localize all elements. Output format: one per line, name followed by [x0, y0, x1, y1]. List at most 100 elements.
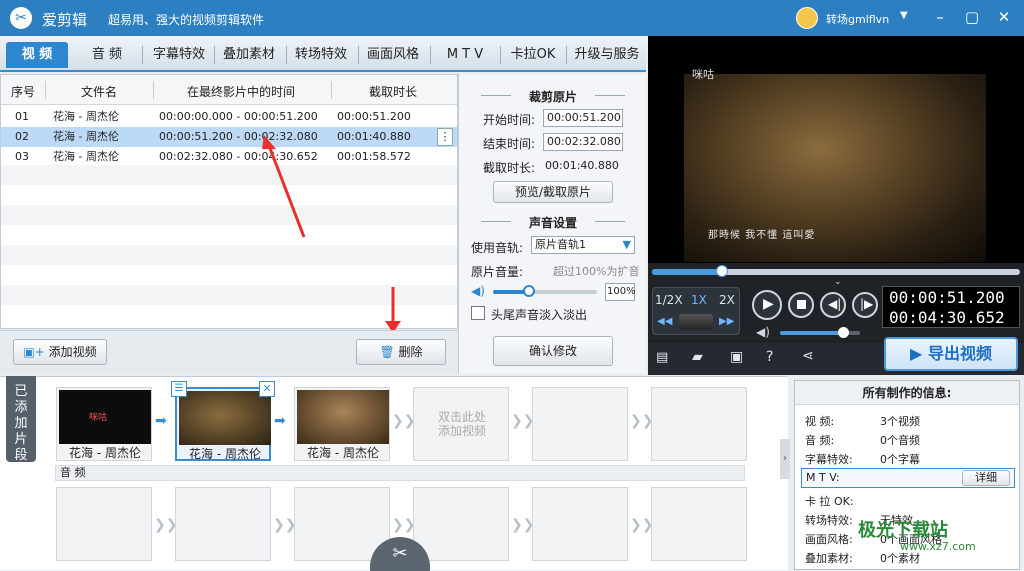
table-header: 序号 文件名 在最终影片中的时间 截取时长 — [1, 75, 457, 105]
stop-icon[interactable] — [788, 292, 814, 318]
row-more-icon[interactable]: ⋮ — [437, 128, 453, 146]
export-video-button[interactable]: ▶ 导出视频 — [884, 337, 1018, 371]
clip-arrow-icon: ➡ — [274, 413, 286, 429]
panel-toggle-chevron-icon[interactable]: › — [780, 439, 790, 479]
speed-double[interactable]: 2X — [719, 293, 735, 307]
start-time-input[interactable]: 00:00:51.200 — [543, 109, 623, 127]
volume-input[interactable]: 100% — [605, 283, 636, 301]
close-icon[interactable]: ✕ — [993, 6, 1015, 28]
volume-label: 原片音量: — [471, 265, 524, 279]
fade-checkbox[interactable] — [471, 306, 485, 320]
open-folder-icon[interactable]: ▰ — [692, 349, 703, 365]
jog-wheel[interactable] — [679, 314, 713, 330]
new-project-icon[interactable]: ▤ — [656, 350, 668, 365]
info-title: 所有制作的信息: — [795, 381, 1019, 405]
seek-bar[interactable] — [652, 265, 1020, 277]
clip-arrow-icon: ➡ — [155, 413, 167, 429]
video-preview[interactable]: 咪咕 那時候 我不懂 這叫愛 — [648, 36, 1024, 263]
save-icon[interactable]: ▣ — [730, 349, 743, 365]
volume-hint: 超过100%为扩音 — [553, 265, 640, 278]
title-bar: ✂ 爱剪辑 超易用、强大的视频剪辑软件 转场gmlflvn ▼ – ▢ ✕ — [0, 0, 1024, 36]
help-icon[interactable]: ? — [766, 349, 773, 365]
player-volume-icon: ◀) — [756, 325, 770, 339]
col-index: 序号 — [11, 85, 36, 99]
rewind-icon[interactable]: ◀◀ — [657, 316, 672, 327]
table-row[interactable]: 03 花海 - 周杰伦 00:02:32.080 - 00:04:30.652 … — [1, 147, 457, 167]
annotation-arrow-icon — [262, 135, 306, 238]
user-menu-chevron-icon[interactable]: ▼ — [900, 10, 908, 21]
audio-slot[interactable] — [175, 487, 271, 561]
tab-audio[interactable]: 音 频 — [76, 42, 138, 68]
empty-slot[interactable] — [532, 387, 628, 461]
video-watermark: 咪咕 — [692, 68, 714, 81]
tab-overlay[interactable]: 叠加素材 — [216, 42, 282, 68]
tab-transition[interactable]: 转场特效 — [288, 42, 354, 68]
clip-thumbnail — [297, 390, 389, 444]
share-icon[interactable]: ⋖ — [802, 348, 814, 364]
fade-label: 头尾声音淡入淡出 — [491, 308, 588, 322]
annotation-arrow-icon — [385, 287, 401, 333]
detail-button[interactable]: 详细 — [962, 470, 1010, 486]
audio-track-header: 音 频 — [55, 465, 745, 481]
table-row[interactable]: 01 花海 - 周杰伦 00:00:00.000 - 00:00:51.200 … — [1, 107, 457, 127]
tab-mtv[interactable]: M T V — [432, 42, 498, 68]
fast-forward-icon[interactable]: ▶▶ — [719, 316, 734, 327]
track-select[interactable]: 原片音轨1 ▼ — [531, 236, 635, 254]
table-row-selected[interactable]: 02 花海 - 周杰伦 00:00:51.200 - 00:02:32.080 … — [1, 127, 457, 147]
tab-subtitle[interactable]: 字幕特效 — [146, 42, 212, 68]
export-icon: ▶ — [910, 344, 923, 363]
dropdown-chevron-icon: ▼ — [622, 238, 631, 251]
add-video-button[interactable]: ▣+ 添加视频 — [13, 339, 107, 365]
audio-slot[interactable] — [56, 487, 152, 561]
cut-duration-label: 截取时长: — [483, 161, 536, 175]
audio-slot[interactable] — [651, 487, 747, 561]
delete-button[interactable]: 🗑 删除 — [356, 339, 446, 365]
minimize-icon[interactable]: – — [929, 6, 951, 28]
speed-normal[interactable]: 1X — [691, 293, 707, 307]
tab-karaoke[interactable]: 卡拉OK — [502, 42, 564, 68]
site-watermark-url: www.xz7.com — [900, 540, 976, 553]
volume-slider[interactable] — [493, 285, 597, 297]
file-table: 序号 文件名 在最终影片中的时间 截取时长 01 花海 - 周杰伦 00:00:… — [0, 74, 458, 333]
tab-video[interactable]: 视 频 — [6, 42, 68, 68]
next-frame-icon[interactable]: |▶ — [852, 292, 878, 318]
total-time: 00:04:30.652 — [889, 308, 1005, 327]
user-name[interactable]: 转场gmlflvn — [826, 11, 889, 27]
cut-panel: 裁剪原片 开始时间: 00:00:51.200 结束时间: 00:02:32.0… — [458, 74, 646, 374]
clip-list-icon[interactable]: ☰ — [171, 381, 187, 397]
preview-cut-button[interactable]: 预览/截取原片 — [493, 181, 613, 203]
clip-item-selected[interactable]: 花海 - 周杰伦 ☰ ✕ — [171, 381, 275, 461]
col-filename: 文件名 — [81, 85, 118, 99]
speaker-icon: ◀) — [471, 284, 485, 298]
app-name: 爱剪辑 — [42, 11, 88, 29]
current-time: 00:00:51.200 — [889, 288, 1005, 307]
video-subtitle: 那時候 我不懂 這叫愛 — [708, 230, 816, 241]
player-volume-slider[interactable] — [780, 327, 860, 338]
empty-slot[interactable] — [651, 387, 747, 461]
start-time-label: 开始时间: — [483, 113, 536, 127]
clip-item[interactable]: 咪咕 花海 - 周杰伦 — [56, 387, 152, 461]
speed-half[interactable]: 1/2X — [655, 293, 683, 307]
tab-upgrade[interactable]: 升级与服务 — [568, 42, 646, 68]
end-time-input[interactable]: 00:02:32.080 — [543, 133, 623, 151]
user-avatar[interactable] — [796, 7, 818, 29]
audio-slot[interactable] — [532, 487, 628, 561]
cut-duration-value: 00:01:40.880 — [545, 159, 619, 172]
end-time-label: 结束时间: — [483, 137, 536, 151]
main-tabs: 视 频 音 频 字幕特效 叠加素材 转场特效 画面风格 M T V 卡拉OK 升… — [0, 36, 646, 72]
table-actions: ▣+ 添加视频 🗑 删除 — [0, 330, 458, 374]
tab-style[interactable]: 画面风格 — [360, 42, 426, 68]
confirm-button[interactable]: 确认修改 — [493, 336, 613, 366]
clip-item[interactable]: 花海 - 周杰伦 — [294, 387, 390, 461]
play-icon[interactable]: ▶ — [752, 290, 782, 320]
audio-slot[interactable] — [413, 487, 509, 561]
cut-title: 裁剪原片 — [459, 88, 647, 105]
add-video-slot[interactable]: 双击此处 添加视频 — [413, 387, 509, 461]
maximize-icon[interactable]: ▢ — [961, 6, 983, 28]
col-time: 在最终影片中的时间 — [187, 85, 296, 99]
sound-title: 声音设置 — [459, 214, 647, 231]
prev-frame-icon[interactable]: ◀| — [820, 292, 846, 318]
app-logo-icon: ✂ — [10, 7, 32, 29]
clip-remove-icon[interactable]: ✕ — [259, 381, 275, 397]
collapse-chevron-icon[interactable]: ⌄ — [834, 277, 842, 287]
